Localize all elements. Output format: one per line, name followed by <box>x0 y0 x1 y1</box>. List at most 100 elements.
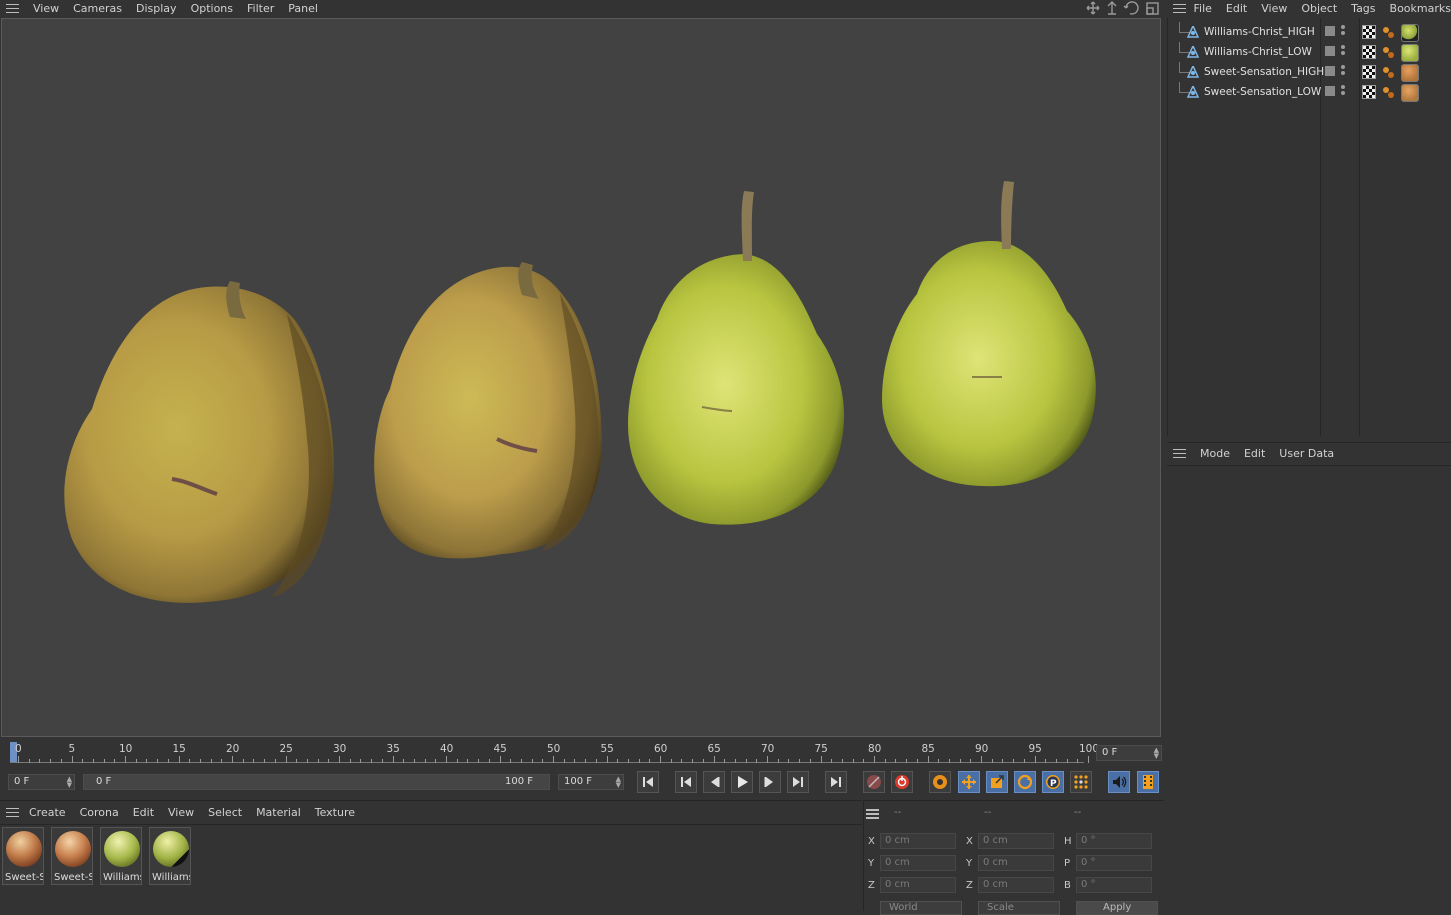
material-tag-icon[interactable] <box>1401 24 1419 42</box>
menu-object[interactable]: Object <box>1301 2 1337 15</box>
menu-view[interactable]: View <box>168 806 194 819</box>
object-manager-menu-icon[interactable] <box>1173 3 1186 14</box>
position-y-field[interactable]: 0 cm <box>880 855 956 871</box>
object-row[interactable]: Williams-Christ_HIGH <box>1168 22 1451 42</box>
menu-edit[interactable]: Edit <box>1226 2 1247 15</box>
end-frame-field[interactable]: 100 F ▲ ▼ <box>558 774 624 790</box>
visibility-dots-icon[interactable] <box>1341 25 1345 37</box>
rotation-p-field[interactable]: 0 ° <box>1076 855 1152 871</box>
move-view-icon[interactable] <box>1086 1 1100 15</box>
object-name[interactable]: Sweet-Sensation_HIGH <box>1204 66 1324 78</box>
visibility-dots-icon[interactable] <box>1341 65 1345 77</box>
material-thumbnail[interactable]: Williams <box>100 827 142 885</box>
menu-file[interactable]: File <box>1194 2 1212 15</box>
editor-visibility-icon[interactable] <box>1325 86 1335 96</box>
menu-edit[interactable]: Edit <box>133 806 154 819</box>
material-thumbnail[interactable]: Williams <box>149 827 191 885</box>
play-button[interactable] <box>731 771 753 793</box>
timeline-film-button[interactable] <box>1137 771 1159 793</box>
menu-edit[interactable]: Edit <box>1244 447 1265 460</box>
pear-model-1[interactable] <box>64 281 334 603</box>
pear-model-3[interactable] <box>628 191 845 525</box>
menu-display[interactable]: Display <box>136 2 177 15</box>
next-key-button[interactable] <box>787 771 809 793</box>
next-frame-button[interactable] <box>759 771 781 793</box>
menu-bookmarks[interactable]: Bookmarks <box>1390 2 1451 15</box>
start-frame-field[interactable]: 0 F ▲ ▼ <box>8 774 75 790</box>
go-to-end-button[interactable] <box>825 771 847 793</box>
visibility-dots-icon[interactable] <box>1341 45 1345 57</box>
material-manager-menu-icon[interactable] <box>6 807 19 818</box>
maximize-view-icon[interactable] <box>1146 2 1159 15</box>
menu-view[interactable]: View <box>33 2 59 15</box>
coordinates-menu-icon[interactable] <box>866 809 879 819</box>
spinner-arrows-icon[interactable]: ▲ ▼ <box>67 776 72 789</box>
menu-view[interactable]: View <box>1261 2 1287 15</box>
size-x-field[interactable]: 0 cm <box>978 833 1054 849</box>
material-tag-icon[interactable] <box>1401 84 1419 102</box>
texture-tag-icon[interactable] <box>1362 25 1376 39</box>
object-row[interactable]: Williams-Christ_LOW <box>1168 42 1451 62</box>
viewport-menu-icon[interactable] <box>6 3 19 14</box>
texture-tag-icon[interactable] <box>1362 45 1376 59</box>
spinner-arrows-icon[interactable]: ▲ ▼ <box>1154 747 1159 760</box>
menu-tags[interactable]: Tags <box>1351 2 1375 15</box>
pear-model-2[interactable] <box>374 262 602 559</box>
menu-filter[interactable]: Filter <box>247 2 274 15</box>
previous-key-button[interactable] <box>675 771 697 793</box>
3d-viewport[interactable] <box>1 18 1161 737</box>
phong-tag-icon[interactable] <box>1382 66 1394 78</box>
material-tag-icon[interactable] <box>1401 64 1419 82</box>
record-keys-button[interactable] <box>863 771 885 793</box>
keyframe-selection-button[interactable] <box>929 771 951 793</box>
size-z-field[interactable]: 0 cm <box>978 877 1054 893</box>
menu-select[interactable]: Select <box>208 806 242 819</box>
go-to-start-button[interactable] <box>637 771 659 793</box>
scheme-sound-button[interactable] <box>1108 771 1130 793</box>
texture-tag-icon[interactable] <box>1362 65 1376 79</box>
record-scale-button[interactable] <box>986 771 1008 793</box>
object-row[interactable]: Sweet-Sensation_HIGH <box>1168 62 1451 82</box>
visibility-dots-icon[interactable] <box>1341 85 1345 97</box>
pear-model-4[interactable] <box>882 181 1096 487</box>
spinner-arrows-icon[interactable]: ▲ ▼ <box>616 776 621 789</box>
apply-button[interactable]: Apply <box>1076 901 1158 915</box>
object-name[interactable]: Williams-Christ_HIGH <box>1204 26 1315 38</box>
size-mode-dropdown[interactable]: Scale <box>978 901 1060 915</box>
coordinate-system-dropdown[interactable]: World <box>880 901 962 915</box>
phong-tag-icon[interactable] <box>1382 86 1394 98</box>
menu-cameras[interactable]: Cameras <box>73 2 122 15</box>
editor-visibility-icon[interactable] <box>1325 26 1335 36</box>
position-z-field[interactable]: 0 cm <box>880 877 956 893</box>
menu-texture[interactable]: Texture <box>315 806 355 819</box>
record-parameter-button[interactable]: P <box>1042 771 1064 793</box>
texture-tag-icon[interactable] <box>1362 85 1376 99</box>
menu-options[interactable]: Options <box>191 2 233 15</box>
menu-corona[interactable]: Corona <box>80 806 119 819</box>
menu-mode[interactable]: Mode <box>1200 447 1230 460</box>
object-name[interactable]: Sweet-Sensation_LOW <box>1204 86 1321 98</box>
object-name[interactable]: Williams-Christ_LOW <box>1204 46 1312 58</box>
frame-range-slider[interactable]: 0 F 100 F <box>83 774 550 790</box>
phong-tag-icon[interactable] <box>1382 46 1394 58</box>
editor-visibility-icon[interactable] <box>1325 46 1335 56</box>
rotate-view-icon[interactable] <box>1123 1 1139 15</box>
previous-frame-button[interactable] <box>703 771 725 793</box>
rotation-h-field[interactable]: 0 ° <box>1076 833 1152 849</box>
menu-user-data[interactable]: User Data <box>1279 447 1334 460</box>
record-rotation-button[interactable] <box>1014 771 1036 793</box>
material-thumbnail[interactable]: Sweet-Se <box>51 827 93 885</box>
timeline-ruler[interactable]: 0 5 10 15 20 25 30 35 40 45 50 55 60 65 70 75 80 85 90 95 10… <box>0 739 1099 767</box>
material-thumbnail[interactable]: Sweet-Se <box>2 827 44 885</box>
menu-material[interactable]: Material <box>256 806 301 819</box>
size-y-field[interactable]: 0 cm <box>978 855 1054 871</box>
editor-visibility-icon[interactable] <box>1325 66 1335 76</box>
position-x-field[interactable]: 0 cm <box>880 833 956 849</box>
rotation-b-field[interactable]: 0 ° <box>1076 877 1152 893</box>
menu-panel[interactable]: Panel <box>288 2 318 15</box>
autokey-button[interactable] <box>891 771 913 793</box>
attribute-manager-menu-icon[interactable] <box>1173 448 1186 459</box>
zoom-view-icon[interactable] <box>1107 1 1117 15</box>
record-position-button[interactable] <box>958 771 980 793</box>
menu-create[interactable]: Create <box>29 806 66 819</box>
